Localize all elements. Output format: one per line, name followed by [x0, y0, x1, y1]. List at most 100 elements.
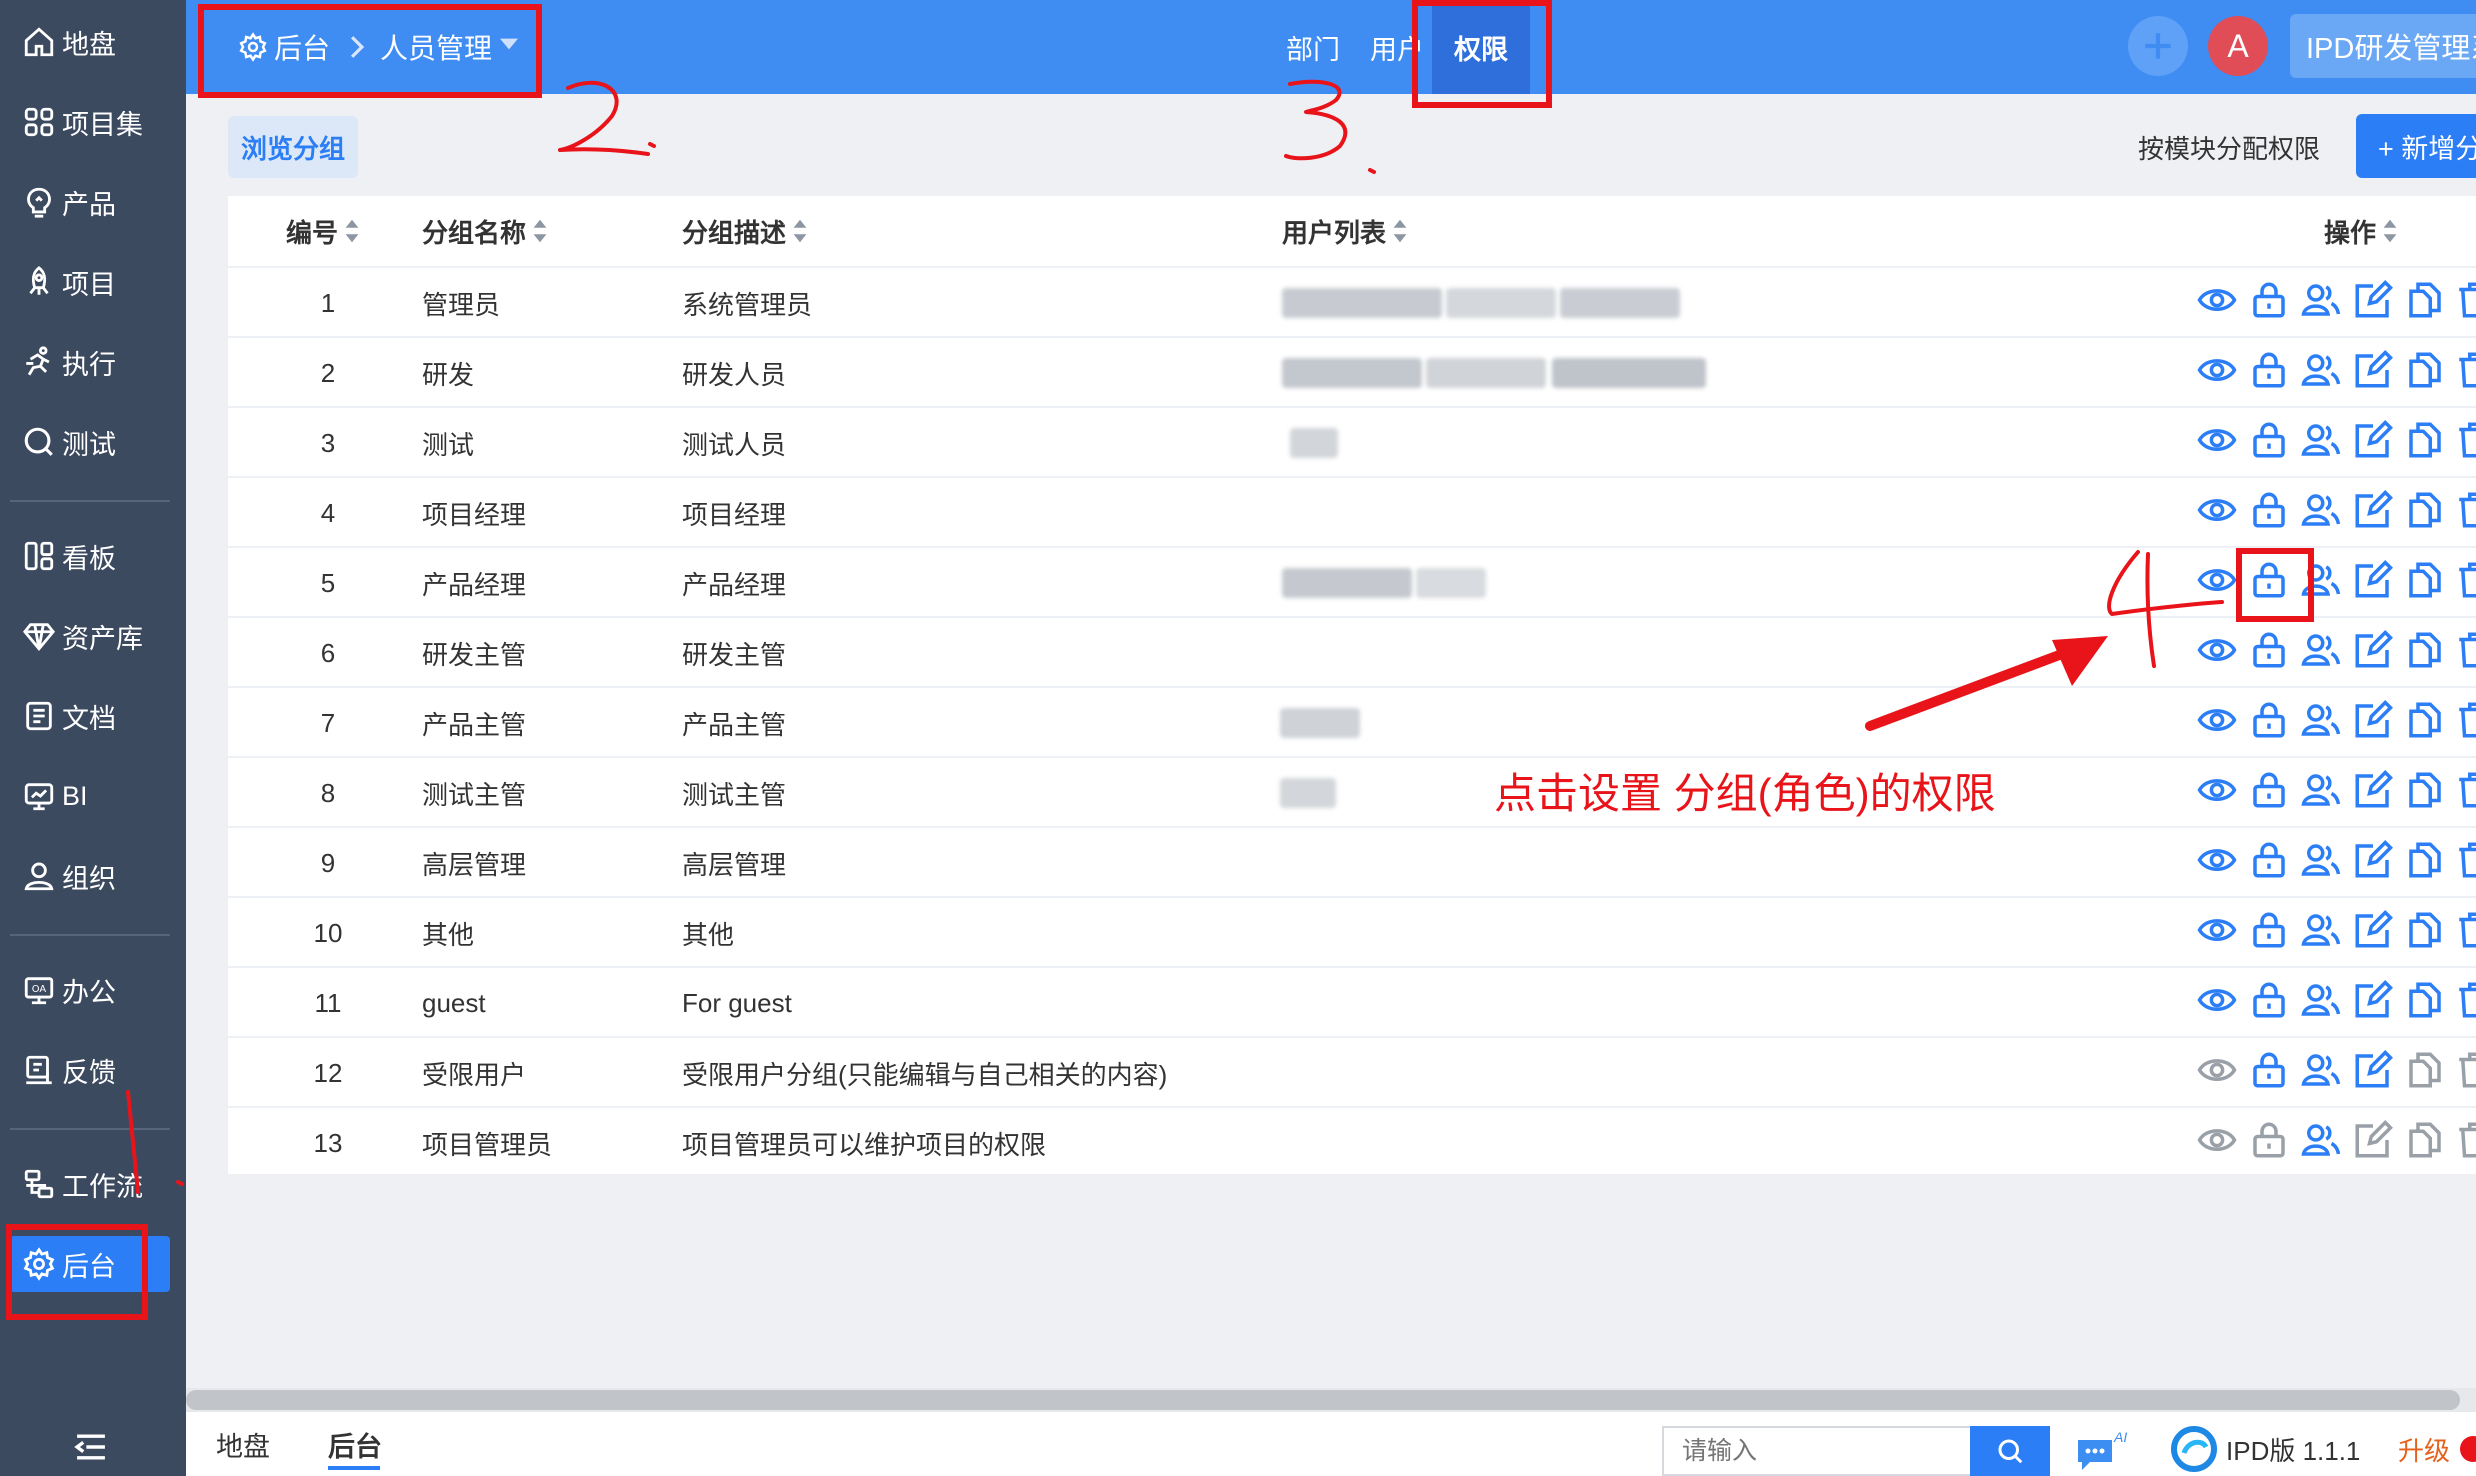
copy-icon[interactable]: [2404, 279, 2446, 321]
eye-icon[interactable]: [2196, 559, 2238, 601]
sidebar-item-docs[interactable]: 文档: [10, 688, 170, 744]
sidebar-item-program[interactable]: 项目集: [10, 94, 170, 150]
lock-icon[interactable]: [2248, 419, 2290, 461]
column-header-actions[interactable]: 操作: [2324, 196, 2398, 266]
trash-icon[interactable]: [2454, 699, 2476, 741]
trash-icon[interactable]: [2454, 909, 2476, 951]
column-header-description[interactable]: 分组描述: [682, 196, 808, 266]
eye-icon[interactable]: [2196, 349, 2238, 391]
eye-icon[interactable]: [2196, 979, 2238, 1021]
trash-icon[interactable]: [2454, 629, 2476, 671]
table-row[interactable]: 10 其他 其他: [228, 896, 2476, 966]
lock-icon[interactable]: [2248, 629, 2290, 671]
users-icon[interactable]: [2300, 909, 2342, 951]
edit-icon[interactable]: [2352, 419, 2394, 461]
horizontal-scrollbar-thumb[interactable]: [186, 1390, 2460, 1410]
table-row[interactable]: 11 guest For guest: [228, 966, 2476, 1036]
edit-icon[interactable]: [2352, 559, 2394, 601]
edit-icon[interactable]: [2352, 349, 2394, 391]
copy-icon[interactable]: [2404, 419, 2446, 461]
sidebar-item-execution[interactable]: 执行: [10, 334, 170, 390]
sidebar-item-project[interactable]: 项目: [10, 254, 170, 310]
browse-groups-tab[interactable]: 浏览分组: [228, 116, 358, 178]
search-button[interactable]: [1970, 1426, 2050, 1476]
eye-icon[interactable]: [2196, 1049, 2238, 1091]
users-icon[interactable]: [2300, 419, 2342, 461]
edit-icon[interactable]: [2352, 1119, 2394, 1161]
footer-tab-dashboard[interactable]: 地盘: [216, 1412, 270, 1476]
copy-icon[interactable]: [2404, 559, 2446, 601]
trash-icon[interactable]: [2454, 769, 2476, 811]
lock-icon[interactable]: [2248, 349, 2290, 391]
table-row[interactable]: 1 管理员 系统管理员: [228, 266, 2476, 336]
trash-icon[interactable]: [2454, 279, 2476, 321]
lock-icon[interactable]: [2248, 279, 2290, 321]
column-header-name[interactable]: 分组名称: [422, 196, 548, 266]
lock-icon[interactable]: [2248, 699, 2290, 741]
copy-icon[interactable]: [2404, 1119, 2446, 1161]
trash-icon[interactable]: [2454, 1049, 2476, 1091]
avatar[interactable]: A: [2208, 16, 2268, 76]
users-icon[interactable]: [2300, 629, 2342, 671]
users-icon[interactable]: [2300, 769, 2342, 811]
sidebar-item-org[interactable]: 组织: [10, 848, 170, 904]
sidebar-item-feedback[interactable]: 反馈: [10, 1042, 170, 1098]
users-icon[interactable]: [2300, 1049, 2342, 1091]
copy-icon[interactable]: [2404, 629, 2446, 671]
edit-icon[interactable]: [2352, 769, 2394, 811]
trash-icon[interactable]: [2454, 419, 2476, 461]
edit-icon[interactable]: [2352, 699, 2394, 741]
sidebar-item-test[interactable]: 测试: [10, 414, 170, 470]
lock-icon[interactable]: [2248, 979, 2290, 1021]
sidebar-item-product[interactable]: 产品: [10, 174, 170, 230]
users-icon[interactable]: [2300, 979, 2342, 1021]
edit-icon[interactable]: [2352, 909, 2394, 951]
eye-icon[interactable]: [2196, 489, 2238, 531]
lock-icon[interactable]: [2248, 1119, 2290, 1161]
copy-icon[interactable]: [2404, 839, 2446, 881]
upgrade-link[interactable]: 升级: [2398, 1422, 2450, 1476]
copy-icon[interactable]: [2404, 769, 2446, 811]
table-row[interactable]: 8 测试主管 测试主管: [228, 756, 2476, 826]
copy-icon[interactable]: [2404, 979, 2446, 1021]
sidebar-item-office[interactable]: OA 办公: [10, 962, 170, 1018]
assign-by-module-link[interactable]: 按模块分配权限: [2138, 116, 2320, 178]
edit-icon[interactable]: [2352, 489, 2394, 531]
edit-icon[interactable]: [2352, 629, 2394, 671]
eye-icon[interactable]: [2196, 909, 2238, 951]
table-row[interactable]: 5 产品经理 产品经理: [228, 546, 2476, 616]
sidebar-item-workflow[interactable]: 工作流: [10, 1156, 170, 1212]
table-row[interactable]: 4 项目经理 项目经理: [228, 476, 2476, 546]
sidebar-item-dashboard[interactable]: 地盘: [10, 14, 170, 70]
eye-icon[interactable]: [2196, 629, 2238, 671]
edit-icon[interactable]: [2352, 839, 2394, 881]
trash-icon[interactable]: [2454, 559, 2476, 601]
lock-icon[interactable]: [2248, 909, 2290, 951]
users-icon[interactable]: [2300, 349, 2342, 391]
sidebar-item-assets[interactable]: 资产库: [10, 608, 170, 664]
org-switch-button[interactable]: IPD研发管理系: [2290, 14, 2476, 78]
copy-icon[interactable]: [2404, 489, 2446, 531]
version-label[interactable]: IPD版 1.1.1: [2170, 1422, 2360, 1476]
trash-icon[interactable]: [2454, 979, 2476, 1021]
sidebar-item-kanban[interactable]: 看板: [10, 528, 170, 584]
collapse-menu-icon[interactable]: [72, 1430, 110, 1464]
sidebar-item-bi[interactable]: BI: [10, 768, 170, 824]
table-row[interactable]: 9 高层管理 高层管理: [228, 826, 2476, 896]
lock-icon[interactable]: [2248, 769, 2290, 811]
edit-icon[interactable]: [2352, 1049, 2394, 1091]
eye-icon[interactable]: [2196, 279, 2238, 321]
table-row[interactable]: 13 项目管理员 项目管理员可以维护项目的权限: [228, 1106, 2476, 1176]
table-row[interactable]: 12 受限用户 受限用户分组(只能编辑与自己相关的内容): [228, 1036, 2476, 1106]
copy-icon[interactable]: [2404, 909, 2446, 951]
users-icon[interactable]: [2300, 279, 2342, 321]
edit-icon[interactable]: [2352, 979, 2394, 1021]
trash-icon[interactable]: [2454, 349, 2476, 391]
copy-icon[interactable]: [2404, 699, 2446, 741]
users-icon[interactable]: [2300, 1119, 2342, 1161]
table-row[interactable]: 7 产品主管 产品主管: [228, 686, 2476, 756]
column-header-id[interactable]: 编号: [286, 196, 360, 266]
copy-icon[interactable]: [2404, 1049, 2446, 1091]
search-input[interactable]: [1662, 1426, 1972, 1476]
ai-chat-icon[interactable]: AI: [2074, 1428, 2134, 1474]
